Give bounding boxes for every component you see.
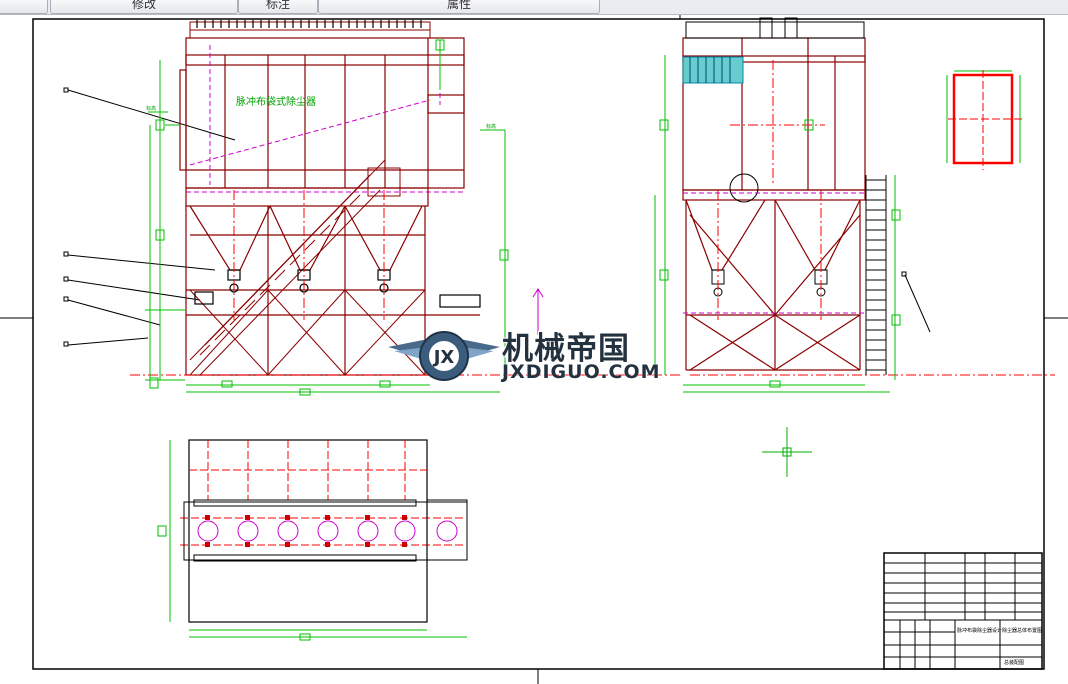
tab-properties[interactable]: 属性	[318, 0, 600, 14]
leader-lines	[63, 87, 931, 347]
tab-dimension[interactable]: 标注	[238, 0, 318, 14]
watermark: JX 机械帝国 JXDIGUO.COM	[388, 325, 688, 387]
tab-modify[interactable]: 修改	[50, 0, 238, 14]
crosshair-cursor	[762, 427, 812, 477]
level-label-1: 标高	[146, 105, 156, 112]
plan-view	[157, 439, 468, 641]
tab-home[interactable]	[0, 0, 48, 14]
drawing-canvas[interactable]: 脉冲布袋式除尘器 标高 标高 脉冲布袋除尘器设计 除尘器总体布置图 总装配图 J…	[0, 15, 1068, 684]
detail-view	[946, 70, 1025, 170]
level-label-2: 标高	[486, 123, 496, 130]
title-design-unit: 脉冲布袋除尘器设计	[957, 627, 1002, 634]
plate-label: 脉冲布袋式除尘器	[236, 95, 316, 108]
command-tab-bar: 修改 标注 属性	[0, 0, 1068, 15]
title-project: 除尘器总体布置图	[1002, 627, 1042, 634]
front-elevation	[130, 20, 680, 376]
watermark-en-text: JXDIGUO.COM	[502, 361, 661, 383]
svg-text:JX: JX	[432, 347, 455, 368]
gear-wings-logo-icon: JX	[388, 331, 500, 381]
title-block	[883, 552, 1043, 670]
title-drawing-no: 总装配图	[1004, 659, 1024, 666]
